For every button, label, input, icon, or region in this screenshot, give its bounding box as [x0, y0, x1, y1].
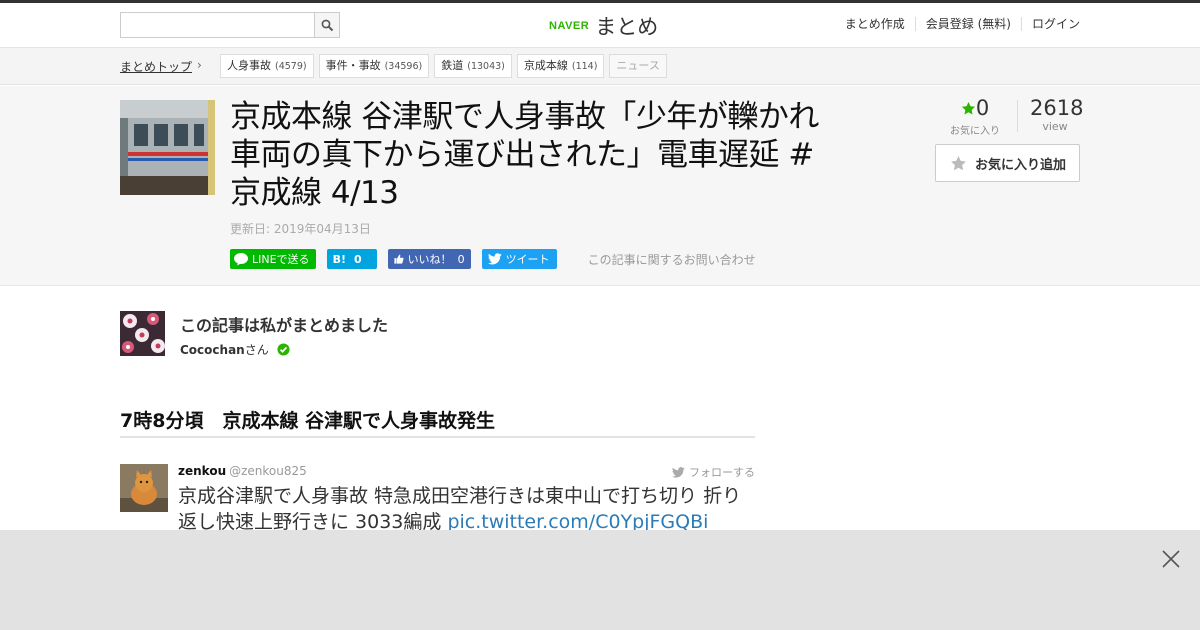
logo-brand: NAVER [549, 20, 590, 32]
add-favorite-label: お気に入り追加 [975, 157, 1067, 173]
view-count: 2618 [1030, 96, 1084, 120]
article-title: 京成本線 谷津駅で人身事故「少年が轢かれ車両の真下から運び出された」電車遅延 #… [230, 99, 819, 211]
line-icon [234, 253, 248, 266]
tag-item[interactable]: 鉄道 (13043) [434, 54, 512, 78]
verified-check-icon [277, 343, 290, 356]
section-heading: 7時8分頃 京成本線 谷津駅で人身事故発生 [120, 406, 755, 438]
tag-count: (4579) [275, 61, 307, 72]
tag-count: (114) [571, 61, 598, 72]
article-thumbnail [120, 100, 215, 195]
star-icon [961, 101, 975, 115]
line-share-label: LINEで送る [252, 253, 310, 266]
author-avatar[interactable] [120, 311, 165, 356]
breadcrumb: まとめトップ › 人身事故 (4579) 事件・事故 (34596) 鉄道 (1304… [0, 48, 1200, 85]
tweet-handle[interactable]: @zenkou825 [229, 464, 307, 478]
thumbs-up-icon [393, 254, 404, 264]
author-name[interactable]: Cocochan [180, 343, 245, 357]
tweet-follow-label: フォローする [689, 466, 755, 479]
tag-item[interactable]: 事件・事故 (34596) [318, 54, 430, 78]
hatena-bookmark-button[interactable]: B! 0 [326, 249, 377, 269]
nav-register[interactable]: 会員登録 (無料) [914, 17, 1021, 31]
site-header: NAVER まとめ まとめ作成 会員登録 (無料) ログイン [0, 3, 1200, 48]
view-counter: 2618 view [1030, 96, 1084, 133]
tag-label: 京成本線 [523, 59, 568, 72]
site-logo[interactable]: NAVER まとめ [549, 12, 658, 40]
article-header: 京成本線 谷津駅で人身事故「少年が轢かれ車両の真下から運び出された」電車遅延 #… [0, 86, 1200, 286]
tag-label: 人身事故 [227, 59, 271, 72]
contact-link[interactable]: この記事に関するお問い合わせ [588, 251, 756, 268]
tag-label: 事件・事故 [325, 59, 381, 72]
author-suffix: さん [244, 343, 269, 357]
tag-count: (34596) [384, 61, 423, 72]
hatena-icon: B! [332, 252, 346, 266]
facebook-like-label: いいね！ [407, 253, 452, 266]
tweet-follow-button[interactable]: フォローする [672, 464, 755, 480]
twitter-bird-icon [672, 466, 685, 478]
share-bar: LINEで送る B! 0 いいね！ 0 ツイート この記事に関するお問い合わせ [230, 249, 756, 269]
tweet-user: zenkou @zenkou825 [178, 464, 307, 478]
header-nav: まとめ作成 会員登録 (無料) ログイン [845, 17, 1080, 31]
facebook-like-button[interactable]: いいね！ 0 [387, 249, 471, 269]
twitter-bird-icon [487, 253, 502, 265]
favorite-counter: 0 お気に入り [945, 96, 1005, 137]
logo-name: まとめ [595, 15, 659, 39]
favorite-count: 0 [975, 96, 990, 120]
tag-list: 人身事故 (4579) 事件・事故 (34596) 鉄道 (13043) 京成本線 (1… [220, 54, 672, 78]
add-favorite-button[interactable]: お気に入り追加 [935, 144, 1080, 182]
tweet-text: 京成谷津駅で人身事故 特急成田空港行きは東中山で打ち切り 折り返し快速上野行きに… [178, 483, 758, 535]
tweet-username[interactable]: zenkou [178, 464, 226, 478]
author-heading: この記事は私がまとめました [180, 316, 389, 335]
tag-item[interactable]: 人身事故 (4579) [220, 54, 314, 78]
star-outline-icon [951, 155, 966, 170]
stats-divider [1017, 100, 1018, 132]
tag-item[interactable]: ニュース [609, 54, 667, 78]
tag-item[interactable]: 京成本線 (114) [516, 54, 605, 78]
updated-date: 更新日: 2019年04月13日 [230, 222, 371, 236]
ad-overlay [0, 530, 1200, 630]
tweet-button[interactable]: ツイート [481, 249, 557, 269]
line-share-button[interactable]: LINEで送る [230, 249, 316, 269]
view-label: view [1042, 120, 1068, 133]
author-name-row: Cocochan さん [180, 341, 290, 358]
hatena-count: 0 [353, 252, 362, 266]
tag-label: ニュース [616, 59, 660, 72]
facebook-like-count: 0 [457, 252, 465, 266]
tag-label: 鉄道 [441, 59, 464, 72]
search-icon [321, 19, 334, 32]
breadcrumb-top-link[interactable]: まとめトップ [120, 58, 192, 75]
search-button[interactable] [314, 12, 340, 38]
search-input[interactable] [120, 12, 315, 38]
favorite-label: お気に入り [950, 126, 1000, 137]
nav-create-matome[interactable]: まとめ作成 [845, 17, 915, 31]
tag-count: (13043) [467, 61, 505, 72]
tweet-avatar[interactable] [120, 464, 168, 512]
nav-login[interactable]: ログイン [1020, 17, 1080, 31]
tweet-label: ツイート [505, 253, 550, 266]
chevron-right-icon: › [197, 58, 202, 72]
close-icon[interactable] [1161, 549, 1181, 569]
